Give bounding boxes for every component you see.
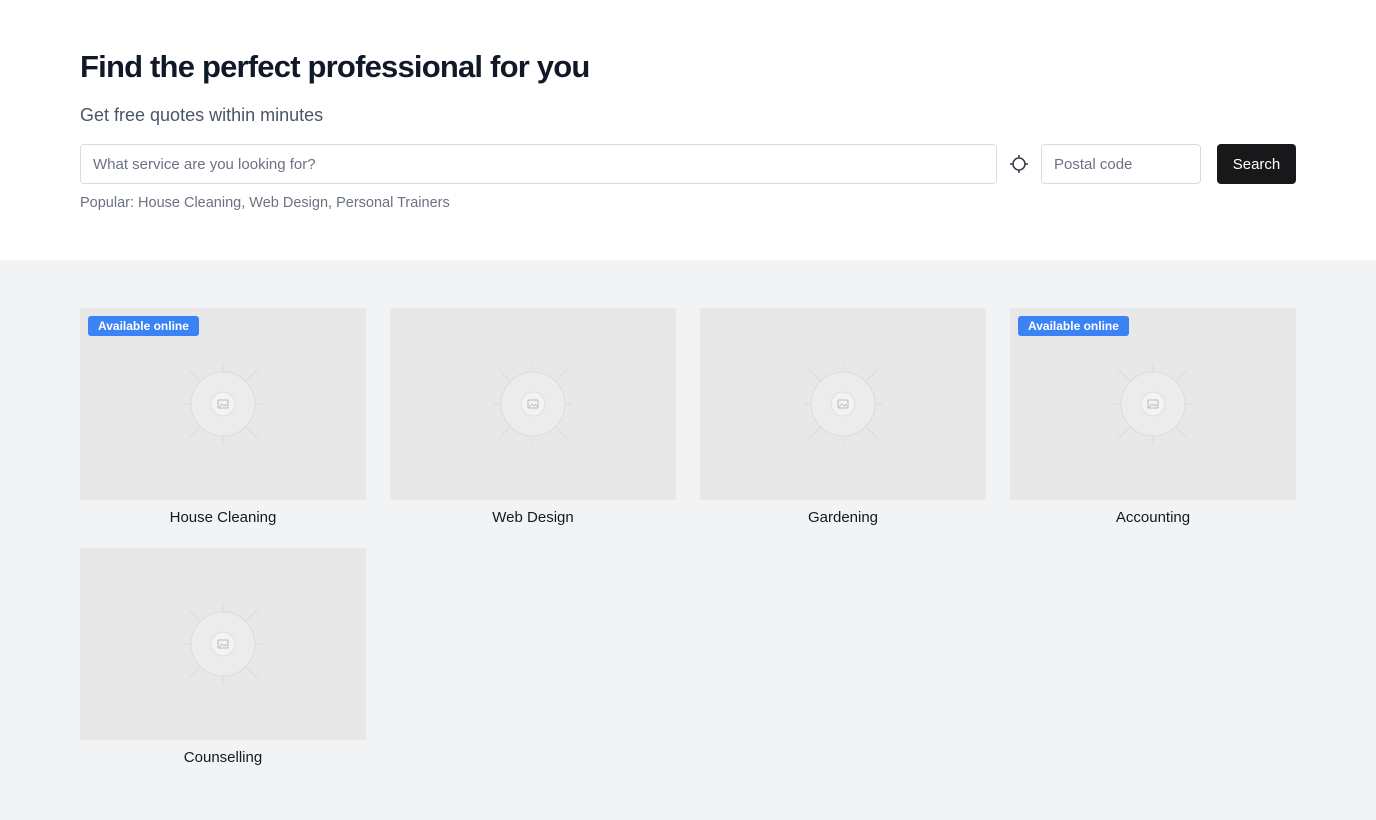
service-title: House Cleaning	[169, 509, 277, 526]
services-grid: Available online House Cleaning Web Desi…	[0, 260, 1376, 766]
service-card-gardening[interactable]: Gardening	[700, 308, 986, 526]
hero-section: Find the perfect professional for you Ge…	[0, 0, 1376, 260]
service-image	[80, 548, 366, 740]
popular-link-personal-trainers[interactable]: Personal Trainers	[336, 195, 450, 211]
service-title: Gardening	[807, 509, 879, 526]
service-image	[700, 308, 986, 500]
search-bar: Search	[80, 144, 1296, 184]
use-location-button[interactable]	[997, 144, 1041, 184]
service-search-input[interactable]	[80, 144, 997, 184]
service-image	[390, 308, 676, 500]
service-card-accounting[interactable]: Available online Accounting	[1010, 308, 1296, 526]
image-placeholder-icon	[1113, 364, 1193, 444]
service-title: Web Design	[492, 509, 574, 526]
available-online-badge: Available online	[1018, 316, 1129, 336]
page-subtitle: Get free quotes within minutes	[80, 105, 324, 125]
popular-searches: Popular: House Cleaning, Web Design, Per…	[80, 195, 450, 211]
popular-link-web-design[interactable]: Web Design	[249, 195, 328, 211]
image-placeholder-icon	[183, 604, 263, 684]
popular-link-house-cleaning[interactable]: House Cleaning	[138, 195, 241, 211]
image-placeholder-icon	[803, 364, 883, 444]
crosshair-icon	[1010, 155, 1028, 173]
image-placeholder-icon	[493, 364, 573, 444]
service-image: Available online	[1010, 308, 1296, 500]
service-image: Available online	[80, 308, 366, 500]
service-card-counselling[interactable]: Counselling	[80, 548, 366, 766]
postal-code-input[interactable]	[1041, 144, 1201, 184]
page-title: Find the perfect professional for you	[80, 49, 590, 84]
service-title: Accounting	[1115, 509, 1191, 526]
popular-label: Popular:	[80, 195, 135, 211]
image-placeholder-icon	[183, 364, 263, 444]
available-online-badge: Available online	[88, 316, 199, 336]
search-button[interactable]: Search	[1217, 144, 1296, 184]
service-card-web-design[interactable]: Web Design	[390, 308, 676, 526]
service-title: Counselling	[183, 749, 263, 766]
service-card-house-cleaning[interactable]: Available online House Cleaning	[80, 308, 366, 526]
